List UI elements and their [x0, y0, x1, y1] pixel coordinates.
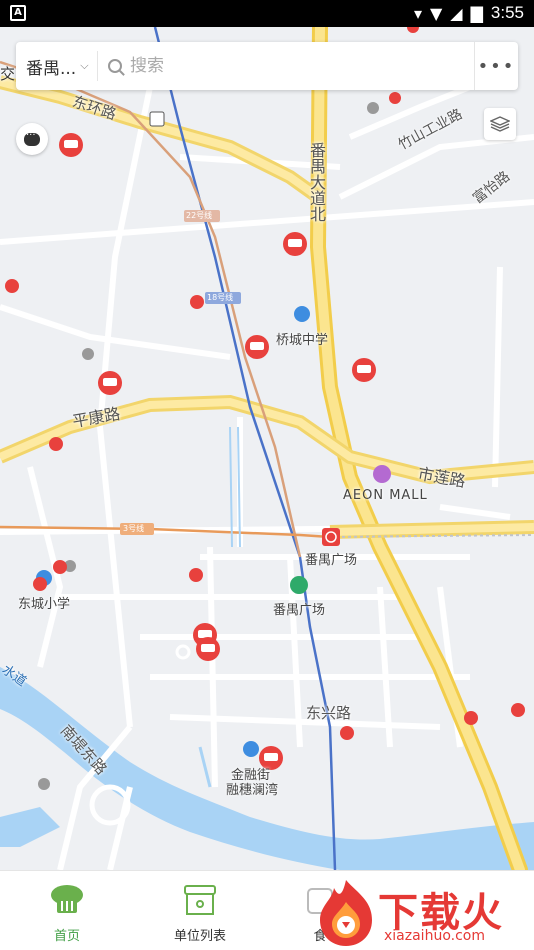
chat-bubble-icon: [24, 130, 40, 146]
label-line18: 18号线: [207, 293, 234, 302]
city-label: 番禺...: [26, 58, 77, 79]
bank-poi-icon: [243, 741, 259, 757]
label-aeon-mall: AEON MALL: [343, 488, 428, 503]
location-icon: ▾: [413, 3, 422, 23]
grey-poi-1: [82, 348, 94, 360]
tab-unit-list-label: 单位列表: [173, 929, 226, 944]
flame-logo-icon: [320, 880, 372, 946]
label-rongsui-bay: 融穗澜湾: [226, 783, 279, 798]
label-panyu-square-station: 番禺广场: [305, 553, 358, 568]
clock: 3:55: [490, 3, 524, 22]
status-bar: A ▾ ▼ ◢ ▇ 3:55: [0, 0, 534, 27]
city-selector[interactable]: 番禺... ⌵: [16, 51, 98, 81]
label-dongxing-road: 东兴路: [306, 704, 352, 722]
chat-button[interactable]: [16, 123, 48, 155]
search-field[interactable]: [98, 42, 474, 90]
label-line22: 22号线: [186, 211, 213, 220]
label-panyu-avenue: 番禺大道北: [307, 142, 326, 222]
chef-hat-icon: [51, 885, 83, 913]
park-poi-icon: [290, 576, 308, 594]
chevron-down-icon: ⌵: [80, 59, 89, 72]
battery-icon: ▇: [470, 3, 483, 23]
map-view[interactable]: 交 东环路 番禺大道北 竹山工业路 富怡路 平康路 市莲路 AEON MALL …: [0, 27, 534, 870]
search-bar: 番禺... ⌵ •••: [16, 42, 518, 90]
map-layers-button[interactable]: [484, 108, 516, 140]
label-line3: 3号线: [123, 524, 145, 533]
label-qiaocheng-school: 桥城中学: [276, 333, 329, 348]
school-poi-icon: [294, 306, 310, 322]
label-dongcheng-school: 东城小学: [18, 597, 71, 612]
mall-poi-icon: [373, 465, 391, 483]
search-icon: [108, 59, 122, 73]
signal-icon: ◢: [450, 3, 463, 23]
layers-icon: [490, 116, 510, 132]
more-menu-button[interactable]: •••: [474, 42, 518, 90]
wifi-icon: ▼: [429, 3, 443, 23]
watermark-url: xiazaihuo.com: [384, 928, 485, 944]
label-jiao: 交: [0, 65, 16, 83]
metro-station-icon: [322, 528, 340, 546]
notification-a-icon: A: [10, 5, 26, 21]
shop-icon: [184, 885, 216, 915]
app-root: A ▾ ▼ ◢ ▇ 3:55 交 东环路 番禺大道北 竹山工业路 富怡路 平康路…: [0, 0, 534, 950]
watermark: 下载火 xiazaihuo.com: [316, 878, 534, 950]
status-icons: ▾ ▼ ◢ ▇ 3:55: [414, 3, 524, 23]
tab-home[interactable]: 首页: [17, 883, 117, 944]
canal: [0, 807, 60, 847]
tab-unit-list[interactable]: 单位列表: [150, 883, 250, 944]
label-panyu-square: 番禺广场: [273, 603, 326, 618]
tab-home-label: 首页: [53, 929, 80, 944]
search-input[interactable]: [130, 56, 430, 76]
